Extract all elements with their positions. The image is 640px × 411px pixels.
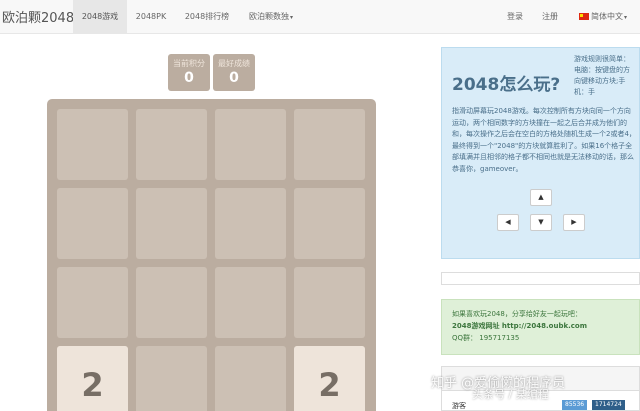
share-panel: 如果喜欢玩2048，分享给好友一起玩吧： 2048游戏网址 http://204… [441,299,640,355]
rules-side-text: 游戏规则很简单：电脑：按键盘的方向键移动方块;手机：手 [574,55,630,96]
board-cell [294,188,365,259]
best-score-value: 0 [229,70,239,86]
rules-body: 指滑动屏幕玩2048游戏。每次控制所有方块向同一个方向运动，两个相同数字的方块撞… [452,107,636,173]
best-score-label: 最好成绩 [218,59,250,68]
chevron-down-icon: ▾ [623,14,627,21]
empty-panel [441,272,640,285]
board-cell [294,267,365,338]
board-cell [57,267,128,338]
board-cell [57,188,128,259]
visitors-label: 游客 [452,402,466,410]
language-dropdown[interactable]: 简体中文▾ [568,0,638,34]
visitor-counter-2: 1714724 [592,400,625,410]
qq-group-text: QQ群： 195717135 [452,334,520,342]
board-cell [215,188,286,259]
board-cell [215,346,286,411]
share-invite-text: 如果喜欢玩2048，分享给好友一起玩吧： [452,310,582,318]
arrow-down-button[interactable]: ▼ [530,214,552,231]
arrow-up-button[interactable]: ▲ [530,189,552,206]
arrow-right-button[interactable]: ▶ [563,214,585,231]
nav-sudoku-label: 欧泊颗数独 [248,12,289,21]
current-score-value: 0 [184,70,194,86]
nav-sudoku-dropdown[interactable]: 欧泊颗数独▾ [239,0,303,34]
chevron-down-icon: ▾ [289,14,293,21]
login-link[interactable]: 登录 [498,0,532,34]
current-score-box: 当前积分 0 [168,54,210,91]
game-board[interactable]: 22 [47,99,376,411]
rules-title: 2048怎么玩? [452,75,561,95]
visitor-counter-1: 85536 [562,400,588,410]
best-score-box: 最好成绩 0 [213,54,255,91]
nav-2048-game[interactable]: 2048游戏 [73,0,127,34]
board-tile: 2 [57,346,128,411]
board-tile: 2 [294,346,365,411]
arrow-left-button[interactable]: ◀ [497,214,519,231]
brand-logo[interactable]: 欧泊颗2048 [2,7,74,26]
watermark-subtext: 头条号 / 某编程 [472,388,549,401]
board-cell [294,109,365,180]
nav-leaderboard[interactable]: 2048排行榜 [175,0,239,34]
language-label: 简体中文 [590,12,623,21]
share-url[interactable]: 2048游戏网址 http://2048.oubk.com [452,320,629,332]
register-link[interactable]: 注册 [532,0,568,34]
board-cell [136,188,207,259]
board-cell [136,346,207,411]
china-flag-icon [578,13,589,20]
board-cell [215,267,286,338]
board-cell [136,109,207,180]
board-cell [57,109,128,180]
nav-2048-pk[interactable]: 2048PK [127,0,175,34]
current-score-label: 当前积分 [173,59,205,68]
board-cell [215,109,286,180]
rules-panel: 游戏规则很简单：电脑：按键盘的方向键移动方块;手机：手 2048怎么玩? 指滑动… [441,47,640,259]
top-navbar: 欧泊颗2048 2048游戏 2048PK 2048排行榜 欧泊颗数独▾ 登录 … [0,0,640,34]
board-cell [136,267,207,338]
